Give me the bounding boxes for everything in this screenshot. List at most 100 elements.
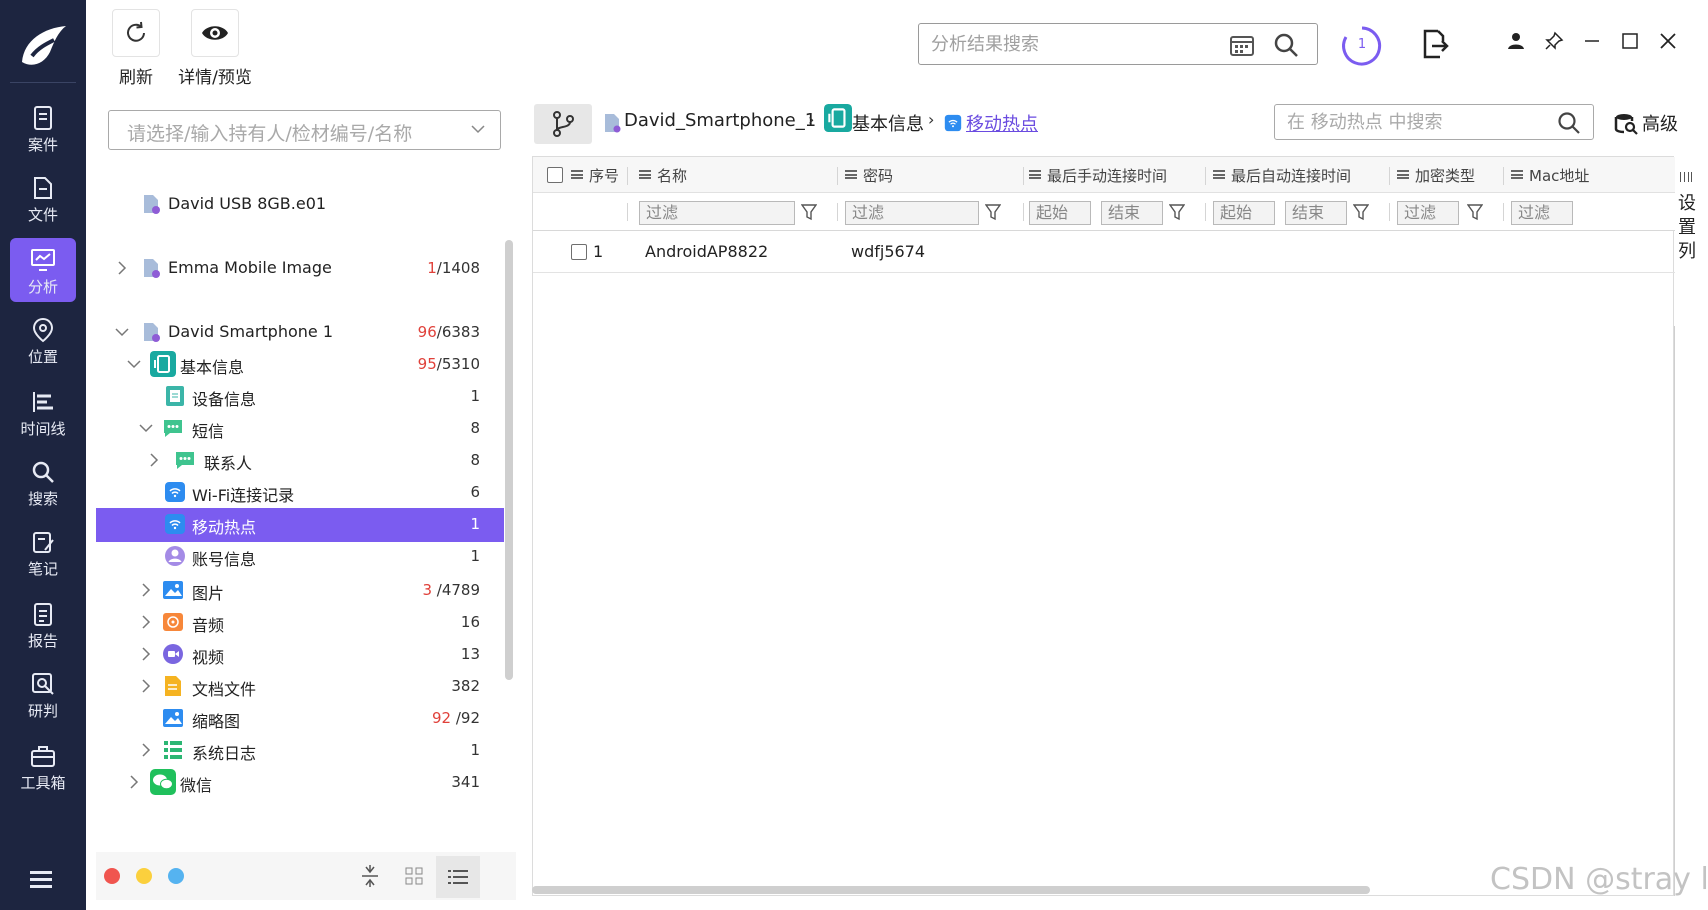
- nav-item-file[interactable]: 文件: [10, 166, 76, 230]
- tree-item-video[interactable]: 视频 13: [96, 638, 504, 672]
- filter-encryption[interactable]: 过滤: [1397, 201, 1459, 225]
- nav-item-timeline[interactable]: 时间线: [10, 380, 76, 444]
- tree-item-account-info[interactable]: 账号信息 1: [96, 540, 504, 574]
- tree-item-count: 1: [470, 741, 480, 759]
- video-icon: [163, 644, 183, 664]
- grid-view-button[interactable]: [400, 862, 428, 890]
- branch-button[interactable]: [534, 104, 592, 144]
- nav-item-case[interactable]: 案件: [10, 96, 76, 160]
- grid-view-icon: [405, 867, 423, 885]
- tree-item-audio[interactable]: 音频 16: [96, 606, 504, 640]
- pin-button[interactable]: [1541, 28, 1567, 54]
- chevron-right-icon[interactable]: [138, 742, 154, 758]
- row-checkbox[interactable]: [571, 244, 587, 260]
- filter-auto-end[interactable]: 结束: [1285, 201, 1347, 225]
- filter-icon[interactable]: [801, 203, 817, 221]
- tree-item-sms[interactable]: 短信 8: [96, 412, 504, 446]
- chevron-right-icon[interactable]: [138, 614, 154, 630]
- image-icon: [163, 709, 183, 727]
- minimize-button[interactable]: [1579, 28, 1605, 54]
- tree-scrollbar[interactable]: [505, 240, 513, 680]
- search-icon[interactable]: [1273, 32, 1299, 58]
- tree-item-david-smartphone[interactable]: David Smartphone 1 96/6383: [96, 316, 504, 350]
- results-grid: 序号 名称 密码 最后手动连接时间 最后自动连接时间 加密类型 Mac地址 过滤…: [532, 156, 1675, 896]
- breadcrumb-device[interactable]: David_Smartphone_1: [624, 110, 816, 131]
- filter-icon[interactable]: [985, 203, 1001, 221]
- collapse-all-button[interactable]: [356, 862, 384, 890]
- filter-manual-end[interactable]: 结束: [1101, 201, 1163, 225]
- holder-select[interactable]: 请选择/输入持有人/检材编号/名称: [108, 110, 501, 150]
- tree-item-emma-mobile[interactable]: Emma Mobile Image 1/1408: [96, 252, 504, 286]
- chevron-down-icon[interactable]: [126, 356, 142, 372]
- result-search-input[interactable]: [931, 32, 1221, 56]
- filter-password[interactable]: 过滤: [845, 201, 979, 225]
- tree-item-images[interactable]: 图片 3 /4789: [96, 574, 504, 608]
- list-view-button[interactable]: [436, 856, 480, 898]
- tree-item-count: 3 /4789: [422, 581, 480, 599]
- filter-icon[interactable]: [1467, 203, 1483, 221]
- nav-item-search[interactable]: 搜索: [10, 450, 76, 514]
- nav-label: 笔记: [27, 560, 58, 578]
- close-button[interactable]: [1655, 28, 1681, 54]
- timeline-icon: [33, 392, 53, 412]
- filter-name[interactable]: 过滤: [639, 201, 795, 225]
- select-all-checkbox[interactable]: [547, 167, 563, 183]
- nav-item-analysis[interactable]: 分析: [10, 238, 76, 302]
- task-progress-indicator[interactable]: 1: [1340, 24, 1384, 68]
- search-icon[interactable]: [1557, 111, 1581, 135]
- chevron-right-icon[interactable]: [114, 260, 130, 276]
- user-button[interactable]: [1503, 28, 1529, 54]
- tree-item-label: 图片: [192, 584, 225, 603]
- nav-item-toolbox[interactable]: 工具箱: [10, 734, 76, 798]
- chevron-right-icon[interactable]: [138, 646, 154, 662]
- tree-item-david-usb[interactable]: David USB 8GB.e01: [96, 188, 504, 222]
- chevron-right-icon[interactable]: [138, 678, 154, 694]
- chevron-down-icon[interactable]: [138, 420, 154, 436]
- maximize-button[interactable]: [1617, 28, 1643, 54]
- tree-item-device-info[interactable]: 设备信息 1: [96, 380, 504, 414]
- grid-search-input[interactable]: [1287, 111, 1537, 133]
- nav-item-judge[interactable]: 研判: [10, 662, 76, 726]
- database-search-icon: [1614, 114, 1638, 135]
- calendar-icon[interactable]: [1229, 33, 1255, 57]
- nav-item-note[interactable]: 笔记: [10, 520, 76, 584]
- table-row[interactable]: 1 AndroidAP8822 wdfj5674: [533, 231, 1675, 273]
- tree-item-basic-info[interactable]: 基本信息 95/5310: [96, 348, 504, 382]
- tree-item-label: David Smartphone 1: [168, 322, 334, 341]
- filter-icon[interactable]: [1353, 203, 1369, 221]
- blue-filter-dot[interactable]: [168, 868, 184, 884]
- tree-item-label: 系统日志: [192, 744, 257, 763]
- tree-item-wechat[interactable]: 微信 341: [96, 766, 504, 800]
- filter-icon[interactable]: [1169, 203, 1185, 221]
- detail-preview-button[interactable]: 详情/预览: [176, 9, 254, 88]
- maximize-icon: [1622, 33, 1638, 49]
- hamburger-menu-icon[interactable]: [30, 868, 56, 890]
- filter-manual-start[interactable]: 起始: [1029, 201, 1091, 225]
- nav-item-location[interactable]: 位置: [10, 308, 76, 372]
- tree-item-documents[interactable]: 文档文件 382: [96, 670, 504, 704]
- sms-icon: [176, 452, 194, 469]
- nav-item-report[interactable]: 报告: [10, 592, 76, 656]
- breadcrumb-category[interactable]: 基本信息: [852, 110, 924, 136]
- tree-item-wifi-records[interactable]: Wi-Fi连接记录 6: [96, 476, 504, 510]
- refresh-button[interactable]: 刷新: [112, 9, 160, 88]
- export-icon[interactable]: [1420, 28, 1450, 60]
- chevron-down-icon[interactable]: [114, 324, 130, 340]
- filter-auto-start[interactable]: 起始: [1213, 201, 1275, 225]
- chevron-right-icon[interactable]: [126, 774, 142, 790]
- filter-mac[interactable]: 过滤: [1511, 201, 1573, 225]
- app-logo-icon: [22, 26, 66, 65]
- tree-item-contacts[interactable]: 联系人 8: [96, 444, 504, 478]
- grid-horizontal-scrollbar[interactable]: [532, 886, 1370, 894]
- tree-item-thumbnails[interactable]: 缩略图 92 /92: [96, 702, 504, 736]
- grid-right-border: [1674, 326, 1675, 896]
- yellow-filter-dot[interactable]: [136, 868, 152, 884]
- tree-item-system-log[interactable]: 系统日志 1: [96, 734, 504, 768]
- chevron-right-icon[interactable]: [146, 452, 162, 468]
- tree-item-mobile-hotspot[interactable]: 移动热点 1: [96, 508, 504, 542]
- red-filter-dot[interactable]: [104, 868, 120, 884]
- nav-label: 文件: [27, 206, 58, 224]
- set-columns-button[interactable]: 设置列: [1674, 156, 1698, 326]
- chevron-right-icon[interactable]: [138, 582, 154, 598]
- breadcrumb-current[interactable]: 移动热点: [966, 110, 1038, 136]
